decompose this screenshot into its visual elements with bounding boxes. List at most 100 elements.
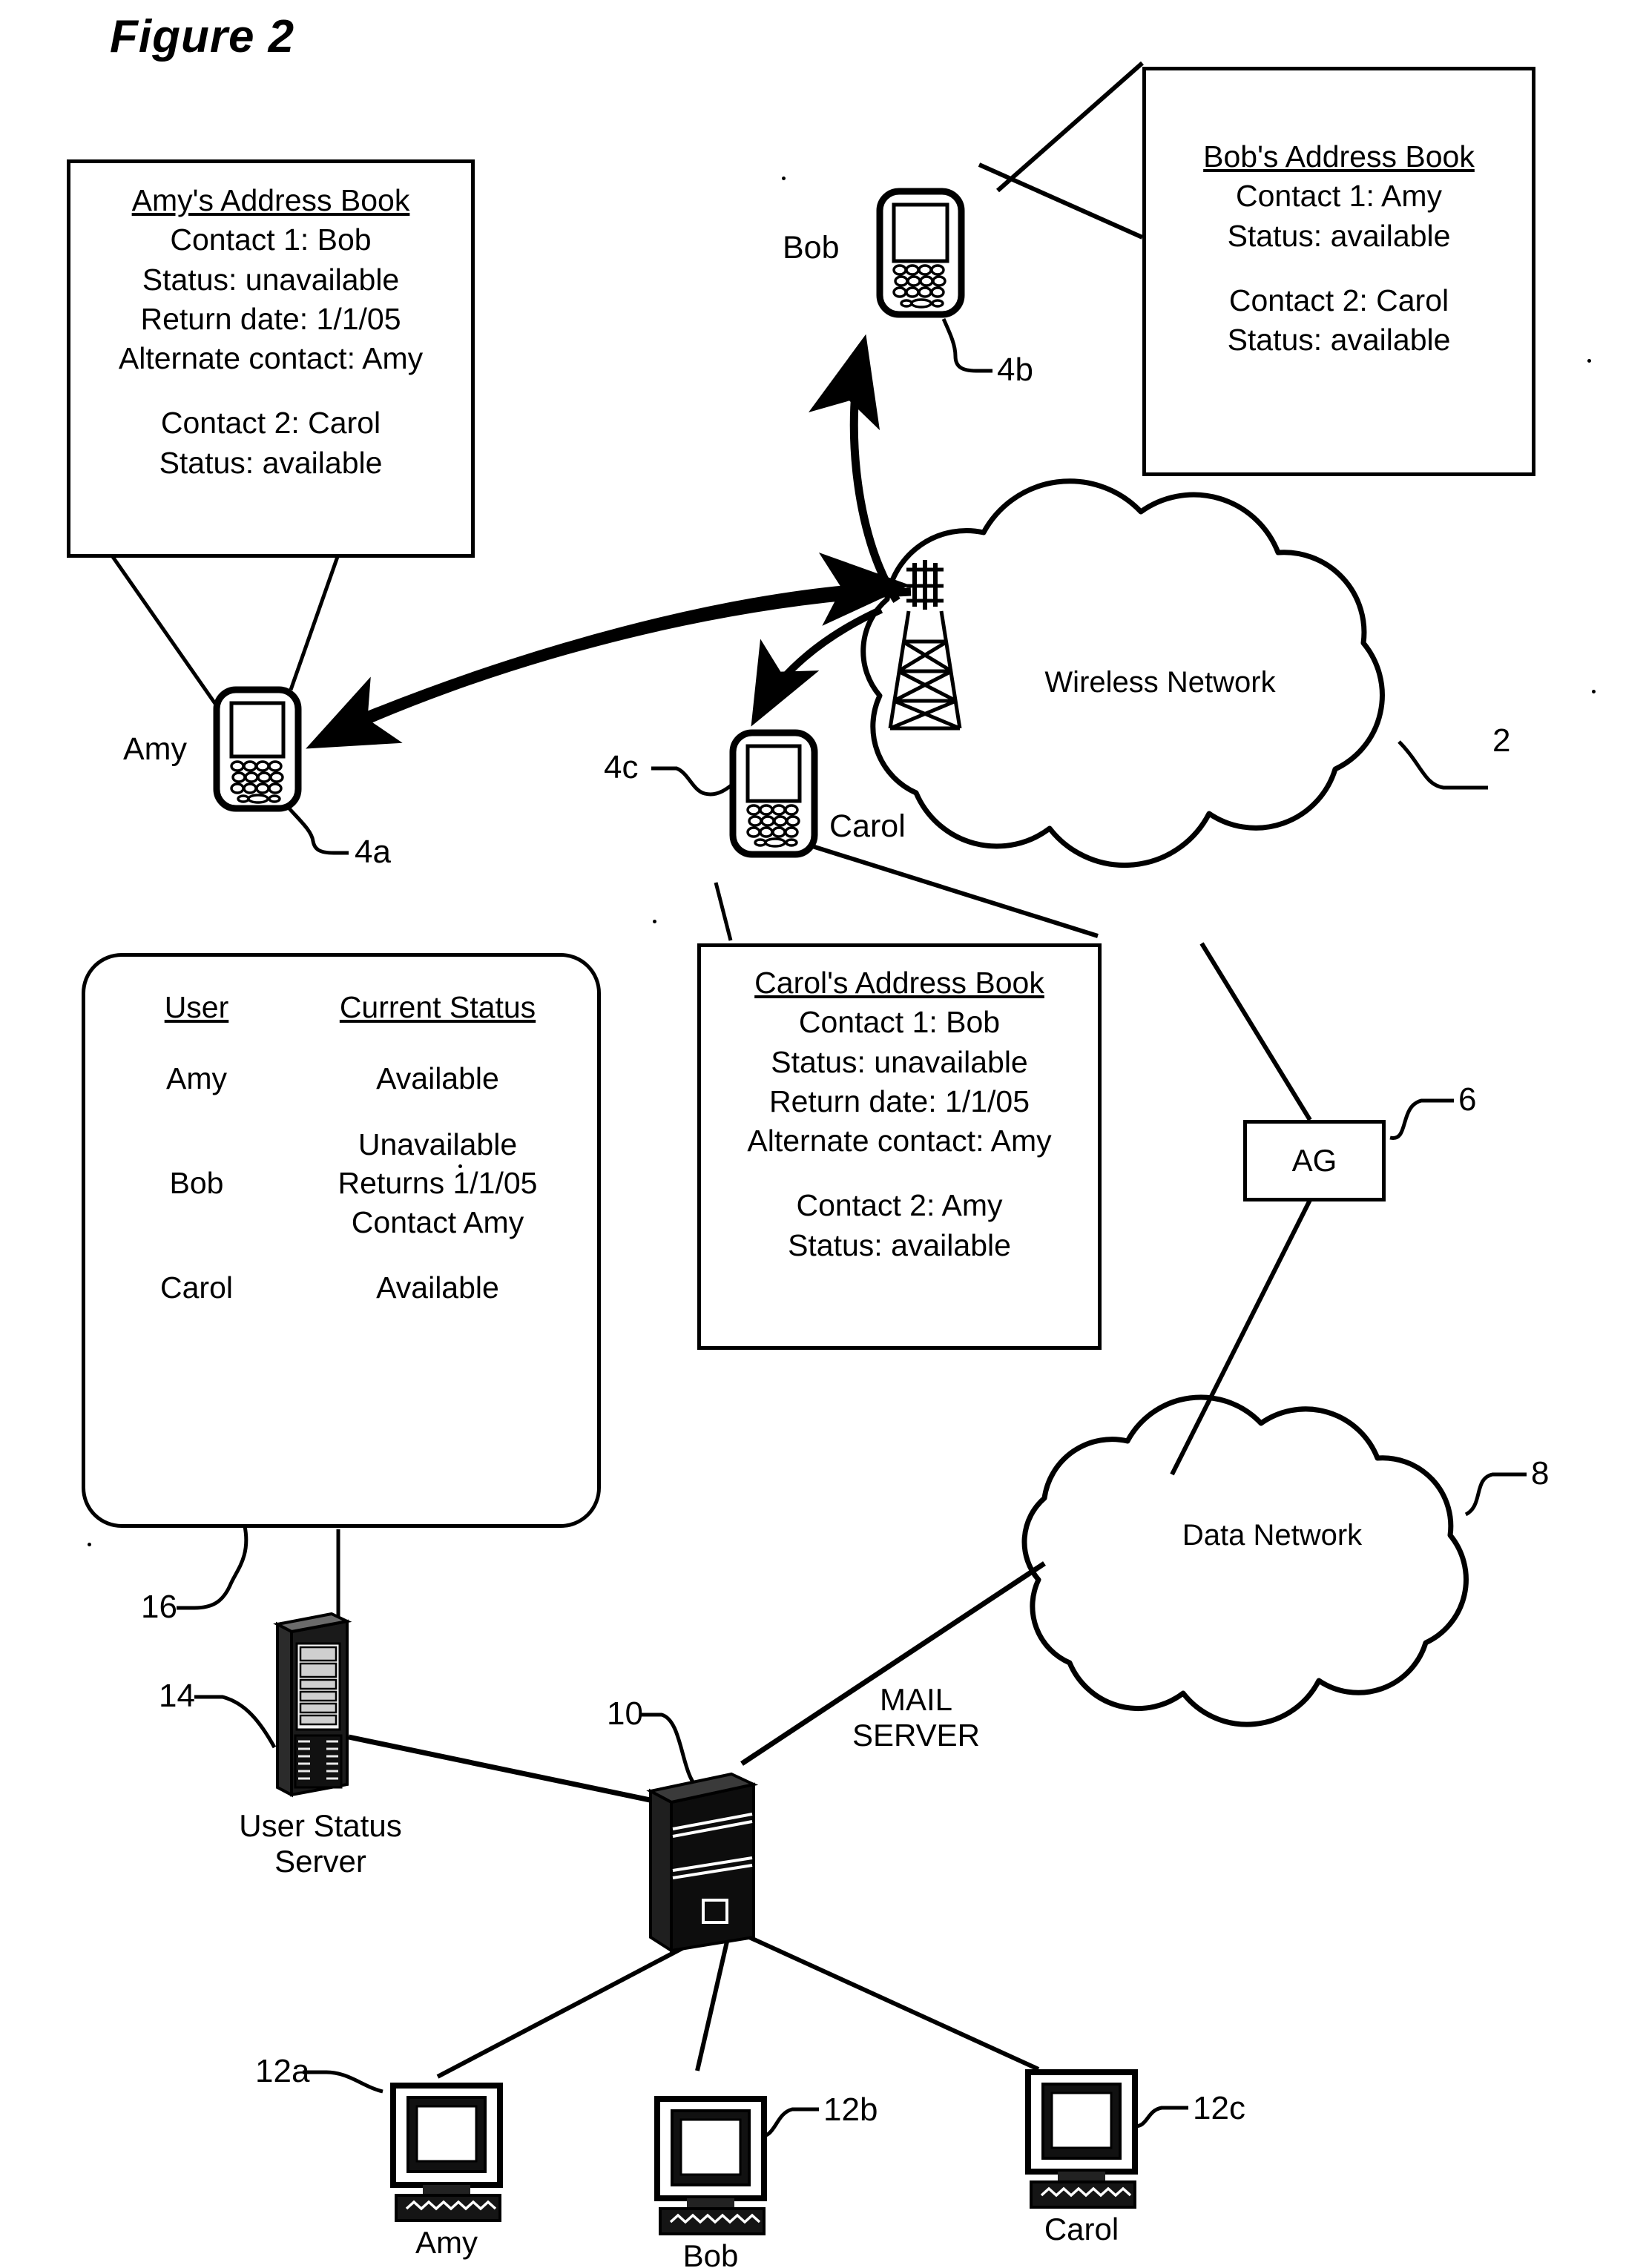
row-user-amy: Amy bbox=[166, 1061, 227, 1095]
link-wireless-to-ag bbox=[1199, 942, 1312, 1121]
handheld-carol-name-label: Carol bbox=[829, 808, 906, 844]
user-status-server-label: User Status Server bbox=[202, 1808, 439, 1880]
cell-tower-icon bbox=[888, 560, 962, 731]
amy-address-book-title: Amy's Address Book bbox=[131, 183, 410, 217]
ref-numeral-12a: 12a bbox=[255, 2053, 310, 2089]
ref-numeral-10: 10 bbox=[607, 1695, 643, 1732]
desktop-computer-amy bbox=[390, 2083, 503, 2222]
ref-numeral-8: 8 bbox=[1531, 1455, 1550, 1491]
row-status-amy: Available bbox=[376, 1061, 499, 1095]
leader-ref-4c bbox=[651, 766, 743, 797]
leader-bob-book-upper bbox=[996, 61, 1144, 193]
carol-contact1-return-date: Return date: 1/1/05 bbox=[768, 1084, 1030, 1118]
carol-address-book: Carol's Address Book Contact 1: Bob Stat… bbox=[697, 943, 1102, 1350]
carol-contact1-alternate: Alternate contact: Amy bbox=[747, 1124, 1052, 1158]
ref-numeral-2: 2 bbox=[1492, 722, 1511, 759]
leader-ref-12c bbox=[1130, 2106, 1188, 2129]
ref-numeral-4a: 4a bbox=[355, 834, 391, 870]
leader-ref-16 bbox=[177, 1526, 248, 1610]
access-gateway-label: AG bbox=[1291, 1143, 1337, 1178]
arrow-tower-to-bob bbox=[809, 334, 901, 604]
desktop-bob-name-label: Bob bbox=[682, 2238, 739, 2268]
data-network-cloud bbox=[1021, 1394, 1469, 1727]
row-status-bob-line2: Returns 1/1/05 bbox=[338, 1166, 538, 1201]
link-ag-to-data-network bbox=[1170, 1199, 1312, 1476]
amy-contact1-alternate: Alternate contact: Amy bbox=[118, 341, 424, 376]
leader-ref-6 bbox=[1389, 1098, 1454, 1140]
amy-contact2-status: Status: available bbox=[159, 445, 383, 480]
bob-address-book-title: Bob's Address Book bbox=[1203, 139, 1475, 174]
scan-speck bbox=[782, 177, 786, 180]
scan-speck bbox=[88, 1543, 91, 1546]
link-mail-to-desktop-amy bbox=[436, 1934, 708, 2079]
carol-contact1-status: Status: unavailable bbox=[771, 1044, 1028, 1079]
desktop-carol-name-label: Carol bbox=[1044, 2212, 1119, 2246]
leader-ref-4a bbox=[286, 805, 349, 855]
bob-book-spacer bbox=[1146, 256, 1532, 281]
row-status-bob-line1: Unavailable bbox=[358, 1127, 518, 1161]
leader-ref-12a bbox=[303, 2070, 383, 2094]
ref-numeral-4c: 4c bbox=[604, 749, 639, 785]
amy-contact1-status: Status: unavailable bbox=[142, 262, 400, 297]
bob-contact1-status: Status: available bbox=[1227, 218, 1451, 253]
handheld-amy-name-label: Amy bbox=[123, 731, 187, 767]
ref-numeral-4b: 4b bbox=[997, 352, 1033, 388]
scan-speck bbox=[1587, 359, 1591, 363]
scan-speck bbox=[653, 920, 656, 923]
table-row: Bob Unavailable Returns 1/1/05 Contact A… bbox=[100, 1105, 582, 1261]
amy-contact1-name: Contact 1: Bob bbox=[170, 222, 372, 257]
link-mail-to-desktop-carol bbox=[748, 1935, 1040, 2071]
desktop-amy-name-label: Amy bbox=[415, 2225, 478, 2260]
user-status-store: User Current Status Amy Available Bob Un… bbox=[82, 953, 601, 1528]
user-status-server-icon bbox=[273, 1612, 352, 1798]
mail-server-icon bbox=[646, 1772, 759, 1954]
leader-ref-2 bbox=[1398, 740, 1488, 790]
carol-contact2-name: Contact 2: Amy bbox=[796, 1188, 1003, 1223]
bob-contact1-name: Contact 1: Amy bbox=[1235, 179, 1442, 214]
table-header-row: User Current Status bbox=[100, 989, 582, 1052]
ref-numeral-14: 14 bbox=[159, 1678, 195, 1714]
user-status-server-label-line2: Server bbox=[274, 1844, 366, 1879]
mail-server-label-line2: SERVER bbox=[852, 1718, 980, 1753]
desktop-computer-carol bbox=[1025, 2069, 1138, 2209]
leader-ref-4b bbox=[941, 317, 992, 373]
figure-title: Figure 2 bbox=[110, 11, 295, 62]
table-row: Amy Available bbox=[100, 1052, 582, 1105]
handheld-device-amy bbox=[213, 686, 302, 812]
arrow-tower-to-amy bbox=[306, 587, 912, 749]
ref-numeral-12c: 12c bbox=[1193, 2090, 1245, 2126]
scan-speck bbox=[458, 1164, 462, 1168]
mail-server-label-line1: MAIL bbox=[879, 1682, 953, 1717]
bob-contact2-status: Status: available bbox=[1227, 323, 1451, 357]
leader-ref-8 bbox=[1464, 1472, 1527, 1517]
leader-carol-book-right bbox=[809, 843, 1099, 938]
handheld-device-bob bbox=[876, 188, 965, 318]
arrow-tower-to-carol bbox=[751, 606, 883, 727]
row-user-bob: Bob bbox=[169, 1166, 224, 1201]
row-status-carol: Available bbox=[376, 1270, 499, 1305]
bob-contact2-name: Contact 2: Carol bbox=[1228, 283, 1449, 317]
column-header-current-status: Current Status bbox=[339, 990, 536, 1024]
amy-book-spacer bbox=[70, 378, 471, 403]
user-status-server-label-line1: User Status bbox=[239, 1808, 402, 1843]
handheld-bob-name-label: Bob bbox=[783, 230, 840, 266]
scan-speck bbox=[1592, 690, 1596, 693]
carol-book-spacer bbox=[701, 1161, 1098, 1186]
ref-numeral-16: 16 bbox=[141, 1589, 177, 1625]
link-status-server-to-mail-server bbox=[348, 1734, 672, 1807]
carol-contact1-name: Contact 1: Bob bbox=[798, 1005, 1001, 1040]
wireless-network-label: Wireless Network bbox=[1044, 666, 1276, 699]
handheld-device-carol bbox=[729, 729, 818, 858]
row-user-carol: Carol bbox=[160, 1270, 233, 1305]
leader-amy-book-right bbox=[289, 552, 341, 690]
leader-carol-book-left bbox=[714, 882, 733, 941]
amy-contact1-return-date: Return date: 1/1/05 bbox=[140, 301, 401, 336]
row-status-bob: Unavailable Returns 1/1/05 Contact Amy bbox=[293, 1105, 582, 1261]
amy-contact2-name: Contact 2: Carol bbox=[160, 406, 381, 441]
link-mail-to-desktop-bob bbox=[695, 1941, 729, 2071]
carol-contact2-status: Status: available bbox=[788, 1227, 1011, 1262]
row-status-bob-line3: Contact Amy bbox=[351, 1204, 524, 1239]
patent-figure-page: Figure 2 Amy's Address Book Contact 1: B… bbox=[0, 0, 1646, 2268]
amy-address-book: Amy's Address Book Contact 1: Bob Status… bbox=[67, 159, 475, 558]
user-status-table: User Current Status Amy Available Bob Un… bbox=[100, 989, 582, 1315]
